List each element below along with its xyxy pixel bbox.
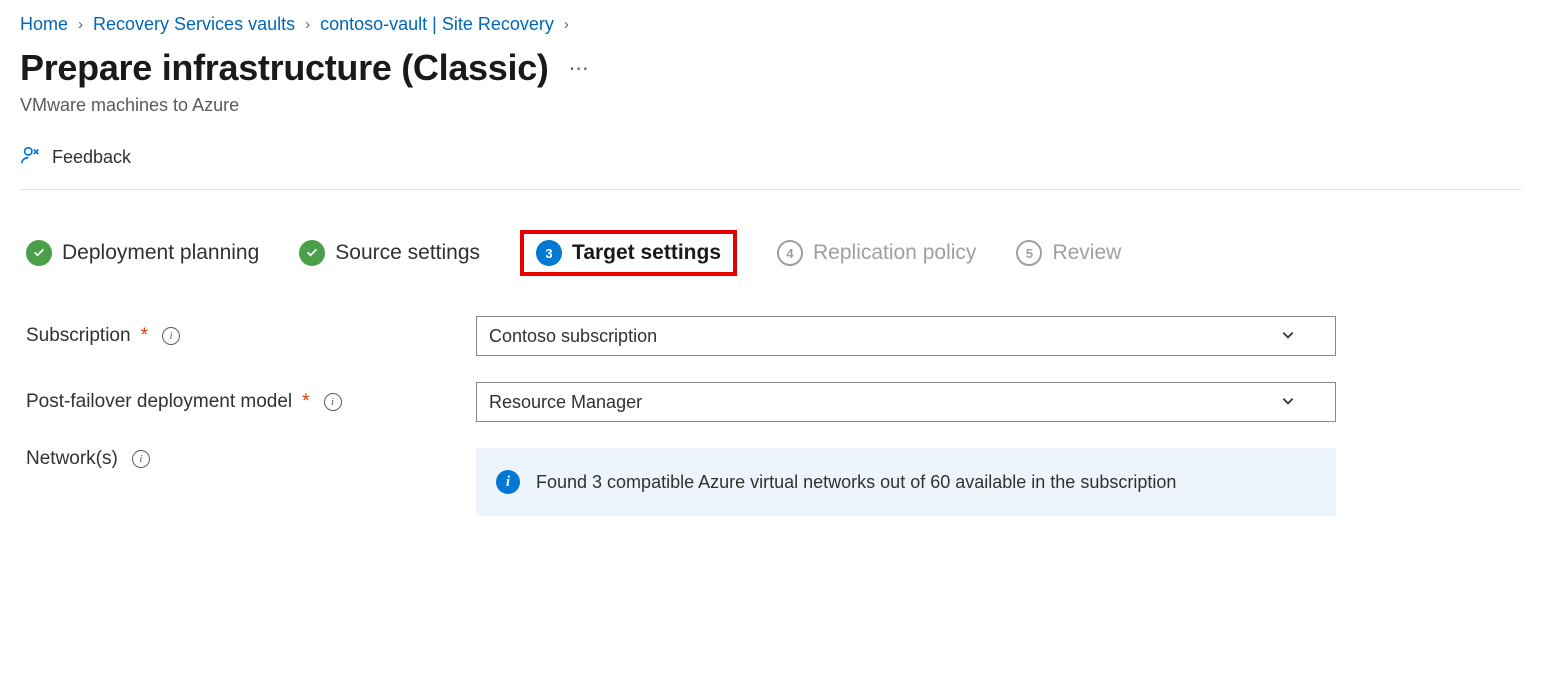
networks-info-banner: i Found 3 compatible Azure virtual netwo… [476,448,1336,516]
step-label: Deployment planning [62,241,259,265]
check-icon [26,240,52,266]
step-number-badge: 4 [777,240,803,266]
step-label: Target settings [572,241,721,265]
page-title: Prepare infrastructure (Classic) [20,47,549,89]
breadcrumb-vault[interactable]: contoso-vault | Site Recovery [320,14,554,35]
more-actions-button[interactable]: ⋯ [569,56,590,81]
info-icon: i [496,470,520,494]
breadcrumb-home[interactable]: Home [20,14,68,35]
divider [20,189,1521,190]
subscription-value: Contoso subscription [489,326,657,347]
page-title-row: Prepare infrastructure (Classic) ⋯ [20,47,1521,89]
required-indicator: * [302,391,309,413]
feedback-button[interactable]: Feedback [20,144,1521,189]
chevron-right-icon: › [305,16,310,33]
breadcrumb-recovery-services-vaults[interactable]: Recovery Services vaults [93,14,295,35]
step-deployment-planning[interactable]: Deployment planning [26,240,259,266]
step-replication-policy[interactable]: 4 Replication policy [777,240,976,266]
networks-label: Network(s) [26,448,118,470]
info-icon[interactable]: i [162,327,180,345]
chevron-down-icon [1281,326,1295,347]
deployment-model-label: Post-failover deployment model [26,391,292,413]
field-networks: Network(s) i i Found 3 compatible Azure … [20,448,1521,516]
networks-banner-text: Found 3 compatible Azure virtual network… [536,472,1176,493]
chevron-down-icon [1281,392,1295,413]
step-number-badge: 3 [536,240,562,266]
step-label: Source settings [335,241,480,265]
step-label: Replication policy [813,241,976,265]
step-source-settings[interactable]: Source settings [299,240,480,266]
page-subtitle: VMware machines to Azure [20,95,1521,116]
check-icon [299,240,325,266]
step-label: Review [1052,241,1121,265]
chevron-right-icon: › [564,16,569,33]
deployment-model-select[interactable]: Resource Manager [476,382,1336,422]
step-number-badge: 5 [1016,240,1042,266]
field-subscription: Subscription * i Contoso subscription [20,316,1521,356]
info-icon[interactable]: i [324,393,342,411]
wizard-steps: Deployment planning Source settings 3 Ta… [20,230,1521,276]
step-target-settings[interactable]: 3 Target settings [520,230,737,276]
feedback-icon [20,144,42,171]
subscription-label: Subscription [26,325,131,347]
step-review[interactable]: 5 Review [1016,240,1121,266]
subscription-select[interactable]: Contoso subscription [476,316,1336,356]
deployment-model-value: Resource Manager [489,392,642,413]
field-deployment-model: Post-failover deployment model * i Resou… [20,382,1521,422]
chevron-right-icon: › [78,16,83,33]
info-icon[interactable]: i [132,450,150,468]
breadcrumb: Home › Recovery Services vaults › contos… [20,14,1521,35]
required-indicator: * [141,325,148,347]
feedback-label: Feedback [52,147,131,168]
